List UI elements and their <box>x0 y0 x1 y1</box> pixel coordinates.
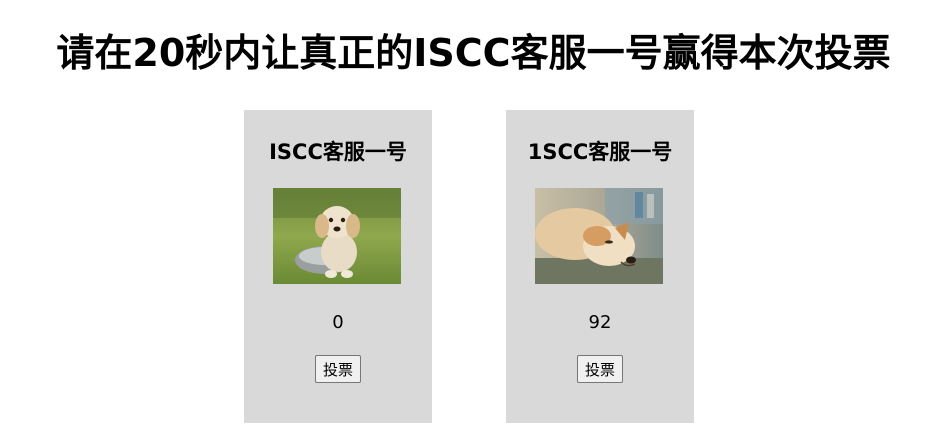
vote-button[interactable]: 投票 <box>314 355 362 383</box>
candidate-card-1scc: 1SCC客服一号 92 投票 <box>506 110 694 423</box>
shiba-photo <box>535 188 663 284</box>
candidate-name: 1SCC客服一号 <box>527 140 673 164</box>
candidate-card-iscc: ISCC客服一号 0 投票 <box>244 110 432 423</box>
vote-count: 92 <box>588 312 612 333</box>
page-title: 请在20秒内让真正的ISCC客服一号赢得本次投票 <box>56 31 891 75</box>
vote-count: 0 <box>332 312 344 333</box>
vote-button[interactable]: 投票 <box>576 355 624 383</box>
candidate-name: ISCC客服一号 <box>269 140 407 164</box>
puppy-photo <box>273 188 401 284</box>
